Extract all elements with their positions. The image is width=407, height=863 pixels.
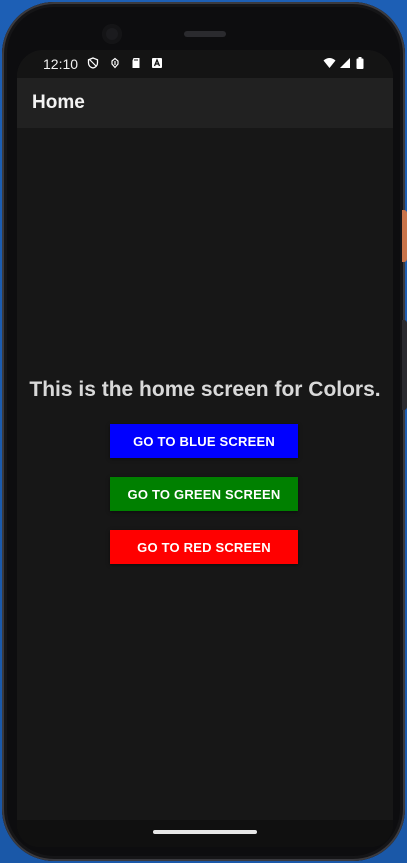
shield-outline-icon [87, 57, 99, 69]
main-content: This is the home screen for Colors. GO T… [17, 128, 393, 820]
status-time: 12:10 [43, 56, 79, 72]
system-navigation-bar [17, 820, 393, 847]
front-camera-icon [102, 24, 122, 44]
go-to-red-screen-button[interactable]: GO TO RED SCREEN [110, 530, 298, 564]
status-bar: 12:10 [17, 50, 393, 78]
signal-icon [340, 58, 350, 68]
power-button[interactable] [402, 210, 407, 262]
app-bar-title: Home [32, 92, 85, 113]
sd-card-icon [132, 58, 140, 68]
battery-icon [356, 57, 364, 69]
earpiece-speaker [184, 31, 226, 37]
phone-screen: 12:10 Home This is the home screen for C… [17, 50, 393, 847]
phone-frame: 12:10 Home This is the home screen for C… [2, 2, 405, 861]
app-bar: Home [17, 78, 393, 128]
volume-button[interactable] [402, 320, 407, 410]
go-to-green-screen-button[interactable]: GO TO GREEN SCREEN [110, 477, 298, 511]
accessibility-a-icon [152, 58, 162, 68]
usb-debug-icon [111, 57, 119, 69]
home-headline: This is the home screen for Colors. [29, 378, 381, 401]
wifi-icon [323, 58, 336, 68]
home-gesture-handle[interactable] [153, 830, 257, 834]
go-to-blue-screen-button[interactable]: GO TO BLUE SCREEN [110, 424, 298, 458]
